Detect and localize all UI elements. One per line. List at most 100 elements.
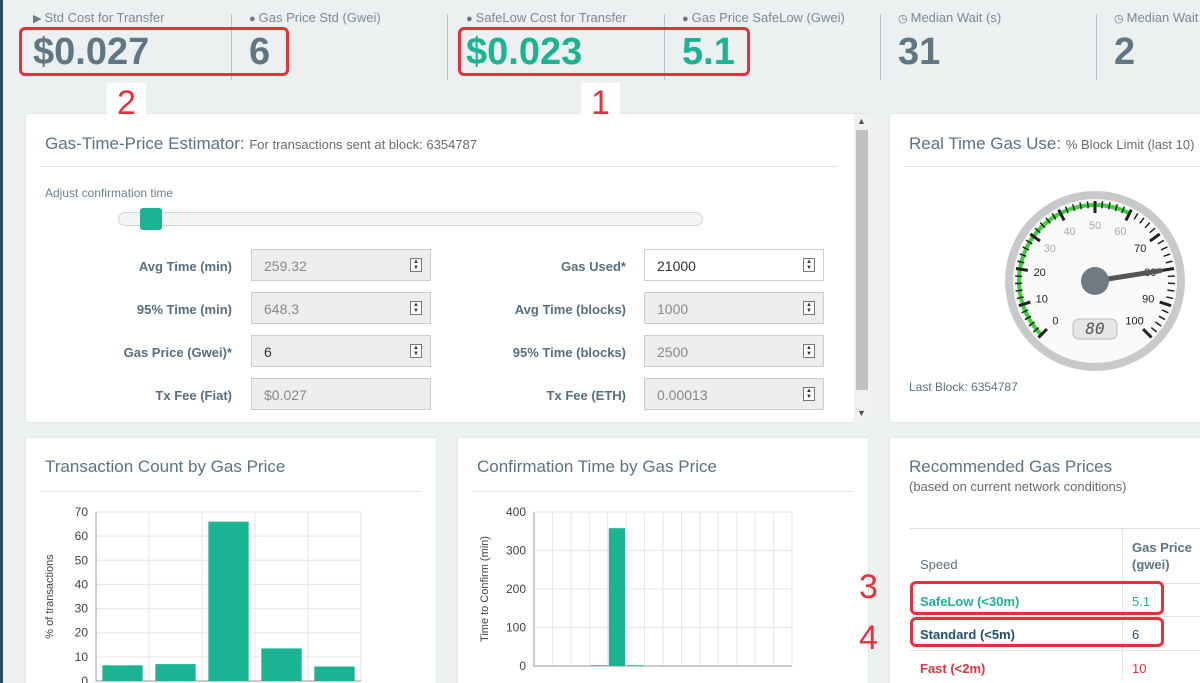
field-label: 95% Time (blocks) [512, 345, 626, 360]
divider [472, 491, 854, 492]
highlight-box-std [19, 27, 289, 76]
spinner-icon[interactable]: ▲ ▼ [410, 301, 422, 315]
clock-icon: ◷ [1114, 13, 1124, 25]
input-value: 21000 [657, 258, 696, 274]
panel-title: Gas-Time-Price Estimator: For transactio… [45, 134, 477, 154]
field-label: Tx Fee (Fiat) [155, 388, 232, 403]
gauge-hub [1081, 267, 1109, 295]
input-value: 648.3 [264, 301, 300, 317]
y-tick-label: 50 [75, 553, 89, 567]
last-block-text: Last Block: 6354787 [909, 380, 1018, 394]
gauge-tick-label: 70 [1134, 243, 1146, 255]
spinner-icon[interactable]: ▲ ▼ [410, 258, 422, 272]
tx-fee-eth-input[interactable]: 0.00013 ▲ ▼ [644, 378, 824, 410]
confirmation-time-chart-panel: Confirmation Time by Gas Price 400 300 200… [457, 437, 869, 683]
annotation-label: 3 [859, 568, 878, 606]
speed-cell: Fast (<2m) [920, 661, 986, 676]
y-tick-label: 40 [75, 577, 89, 591]
divider [40, 166, 838, 167]
col-header-price-line1: Gas Price [1132, 540, 1192, 555]
gauge-icon: ● [249, 13, 256, 25]
real-time-gas-use-panel: Real Time Gas Use: % Block Limit (last 1… [889, 113, 1200, 423]
gas-used-input[interactable]: 21000 ▲ ▼ [644, 249, 824, 281]
tx-count-chart-panel: Transaction Count by Gas Price 70 60 50 40 3… [25, 437, 437, 683]
gauge-tick-label: 10 [1036, 293, 1048, 305]
divider [880, 14, 881, 80]
stat-value: 31 [898, 31, 941, 73]
field-label: Gas Used* [560, 259, 626, 274]
table-row: Fast (<2m) 10 [910, 651, 1200, 683]
y-tick-label: 30 [75, 602, 89, 616]
clock-icon: ◷ [898, 13, 908, 25]
bar [155, 664, 196, 681]
confirmation-time-slider-handle[interactable] [140, 208, 163, 230]
bar [590, 665, 607, 666]
spinner-icon[interactable]: ▲ ▼ [803, 301, 815, 315]
price-cell: 10 [1132, 661, 1147, 676]
input-value: 0.00013 [657, 387, 708, 403]
gauge-tick [1101, 201, 1104, 209]
gauge-tick-label: 60 [1114, 226, 1126, 238]
gauge-tick [1015, 289, 1023, 292]
spinner-icon[interactable]: ▲ ▼ [803, 344, 815, 358]
recommended-table: Speed Gas Price (gwei) SafeLow (<30m) 5.… [910, 528, 1200, 679]
avg-time-blocks-input[interactable]: 1000 ▲ ▼ [644, 292, 824, 324]
stat-value: 2 [1114, 31, 1136, 73]
y-tick-label: 70 [75, 505, 89, 519]
bar [608, 528, 626, 666]
gauge-tick-label: 20 [1034, 267, 1046, 279]
chart-title: Confirmation Time by Gas Price [477, 457, 717, 476]
y-tick-label: 100 [506, 621, 526, 635]
field-label: 95% Time (min) [136, 302, 232, 317]
stat-label: Median Wait [1126, 10, 1199, 25]
bar [102, 665, 143, 681]
gas-price-input[interactable]: 6 ▲ ▼ [251, 335, 431, 367]
bar [208, 521, 249, 681]
stat-label: Gas Price Std (Gwei) [258, 10, 381, 25]
divider [1096, 14, 1097, 80]
gauge-tick-label: 40 [1063, 226, 1075, 238]
subtitle-text: For transactions sent at block: 6354787 [249, 137, 477, 152]
time95-min-input[interactable]: 648.3 ▲ ▼ [251, 292, 431, 324]
highlight-box-standard-row [910, 617, 1164, 647]
gauge-tick-label: 90 [1142, 293, 1154, 305]
spinner-icon[interactable]: ▲ ▼ [410, 344, 422, 358]
slider-label: Adjust confirmation time [45, 186, 174, 200]
scroll-up-icon[interactable]: ▲ [857, 116, 866, 126]
tx-fee-fiat-input[interactable]: $0.027 [251, 378, 431, 410]
y-axis-label: % of transactions [44, 554, 56, 639]
field-label: Tx Fee (ETH) [546, 388, 626, 403]
gauge-icon: ● [682, 13, 689, 25]
bar [314, 666, 355, 681]
scroll-down-icon[interactable]: ▼ [857, 408, 866, 418]
divider [904, 166, 1200, 167]
stat-median-wait-blocks: ◷ Median Wait 2 [1114, 10, 1198, 74]
bar [627, 665, 644, 666]
time95-blocks-input[interactable]: 2500 ▲ ▼ [644, 335, 824, 367]
gauge-tick [1161, 267, 1175, 272]
gauge-lcd-value: 80 [1085, 319, 1104, 338]
y-tick-label: 0 [519, 659, 526, 673]
title-text: Gas-Time-Price Estimator: [45, 134, 245, 153]
highlight-box-safelow [458, 27, 750, 76]
tx-count-chart: 70 60 50 40 30 20 10 0 % of transactions [44, 505, 362, 683]
avg-time-min-input[interactable]: 259.32 ▲ ▼ [251, 249, 431, 281]
y-tick-label: 200 [506, 582, 526, 596]
scrollbar-thumb[interactable] [856, 130, 868, 390]
input-value: 259.32 [264, 258, 307, 274]
spinner-icon[interactable]: ▲ ▼ [803, 387, 815, 401]
stat-label: Median Wait (s) [910, 10, 1002, 25]
col-header-price-line2: (gwei) [1132, 557, 1170, 572]
field-label: Avg Time (blocks) [514, 302, 626, 317]
y-tick-label: 0 [81, 674, 88, 683]
spinner-icon[interactable]: ▲ ▼ [803, 258, 815, 272]
panel-scrollbar[interactable]: ▲ ▼ [854, 114, 870, 423]
panel-title: Real Time Gas Use: % Block Limit (last 1… [909, 134, 1194, 154]
confirmation-time-slider-track[interactable] [118, 212, 703, 226]
stat-label: SafeLow Cost for Transfer [475, 10, 627, 25]
confirmation-time-chart: 400 300 200 100 0 Time to Confirm (min) [479, 505, 793, 673]
input-value: 2500 [657, 344, 689, 360]
input-value: 1000 [657, 301, 689, 317]
gauge-tick-label: 30 [1044, 243, 1056, 255]
y-tick-label: 20 [75, 626, 89, 640]
